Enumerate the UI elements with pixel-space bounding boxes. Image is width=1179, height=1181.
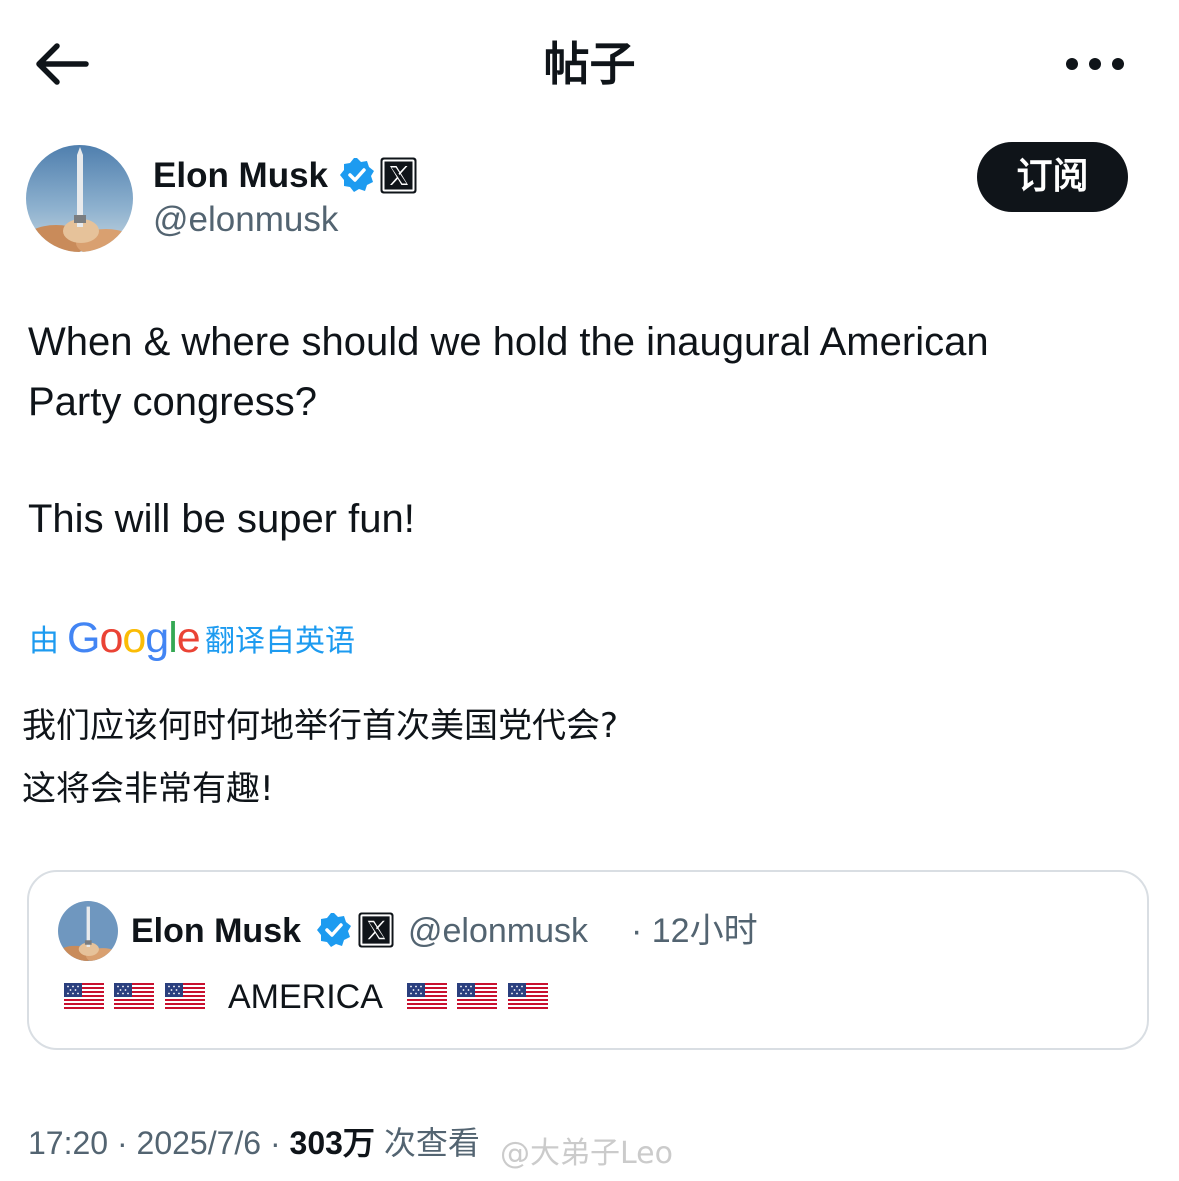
verified-badge-icon (316, 912, 352, 948)
us-flag-icon (64, 983, 104, 1011)
us-flag-icon (508, 983, 548, 1011)
x-logo-icon (380, 157, 417, 194)
translated-text-line: 这将会非常有趣! (22, 769, 274, 809)
page-title: 帖子 (543, 38, 636, 90)
watermark: @大弟子Leo (500, 1136, 673, 1171)
us-flag-icon (114, 983, 154, 1011)
translate-from-label: 翻译自英语 (205, 624, 355, 659)
avatar[interactable] (26, 145, 133, 252)
us-flag-icon (457, 983, 497, 1011)
quoted-tweet-card[interactable] (27, 870, 1149, 1050)
author-name[interactable]: Elon Musk (153, 155, 328, 197)
translate-by-label: 由 (29, 624, 59, 659)
translated-text-line: 我们应该何时何地举行首次美国党代会? (22, 706, 619, 746)
google-logo: Google (67, 614, 201, 662)
meta-separator: · (108, 1125, 137, 1161)
author-handle[interactable]: @elonmusk (153, 198, 338, 242)
quoted-timestamp: · 12小时 (631, 912, 758, 950)
us-flag-icon (407, 983, 447, 1011)
tweet-meta: 17:20 · 2025/7/6 · 303万 次查看 (28, 1119, 480, 1167)
meta-separator: · (261, 1125, 290, 1161)
subscribe-button[interactable]: 订阅 (977, 142, 1128, 212)
quoted-author-name: Elon Musk (131, 912, 302, 950)
quoted-avatar (58, 901, 118, 961)
us-flag-icon (165, 983, 205, 1011)
view-count-suffix: 次查看 (374, 1125, 480, 1161)
quoted-author-handle: @elonmusk (408, 912, 589, 950)
verified-badge-icon (339, 157, 375, 193)
x-logo-icon (358, 912, 394, 948)
tweet-date: 2025/7/6 (136, 1125, 262, 1161)
view-count: 303万 (289, 1125, 375, 1161)
more-dots-icon[interactable] (1064, 50, 1126, 78)
quoted-tweet-text: AMERICA (228, 978, 383, 1016)
tweet-time: 17:20 (28, 1125, 109, 1161)
tweet-text-line: When & where should we hold the inaugura… (28, 320, 989, 364)
tweet-text-line: This will be super fun! (28, 497, 415, 541)
tweet-text-line: Party congress? (28, 380, 318, 424)
